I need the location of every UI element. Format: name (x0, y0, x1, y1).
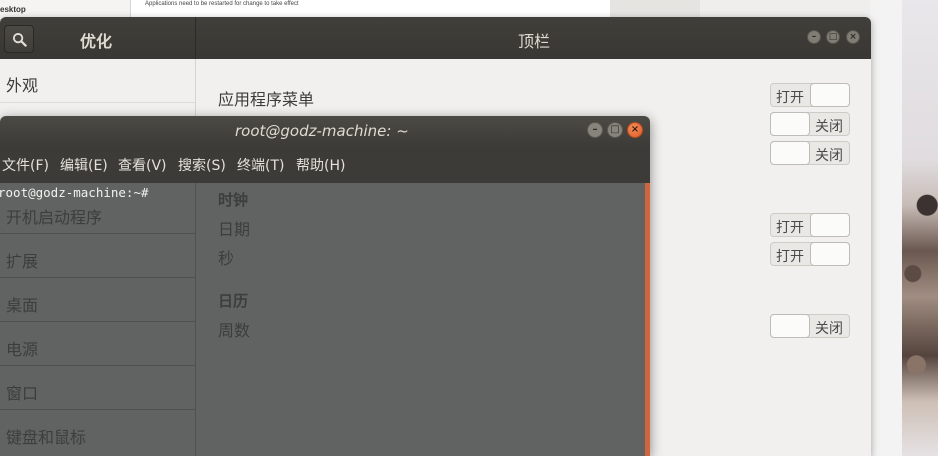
sidebar-item-desktop: 桌面 (6, 296, 39, 315)
sidebar-item-extensions: 扩展 (6, 252, 39, 271)
maximize-button[interactable]: □ (826, 30, 840, 44)
close-icon: × (849, 31, 857, 42)
terminal-prompt: root@godz-machine:~# (0, 185, 149, 200)
menu-file[interactable]: 文件(F) (2, 155, 49, 175)
clock-section-title: 时钟 (218, 191, 249, 209)
switch-knob (770, 112, 810, 136)
terminal-body[interactable]: 开机启动程序 扩展 桌面 电源 窗口 键盘和鼠标 时钟 日期 秒 日历 周数 r… (0, 183, 645, 456)
week-number-label: 周数 (218, 321, 251, 340)
switch-off-text: 关闭 (815, 148, 843, 164)
search-button[interactable] (4, 25, 34, 53)
sidebar-item-power: 电源 (6, 340, 39, 359)
switch-on-text: 打开 (776, 249, 804, 265)
sidebar-item-windows: 窗口 (6, 384, 39, 403)
menu-search[interactable]: 搜索(S) (178, 155, 226, 175)
minimize-icon: – (811, 31, 817, 42)
tweaks-headerbar: 优化 顶栏 – □ × (0, 17, 871, 59)
terminal-close-button[interactable]: × (627, 122, 643, 138)
switch-knob (770, 141, 810, 165)
tweaks-app-title: 优化 (80, 32, 113, 51)
switch-knob (810, 83, 850, 107)
sidebar-separator (0, 233, 195, 234)
close-icon: × (630, 124, 640, 135)
terminal-minimize-button[interactable]: – (587, 122, 603, 138)
menu-edit[interactable]: 编辑(E) (60, 155, 108, 175)
maximize-icon: □ (828, 31, 838, 42)
terminal-scrollbar[interactable] (645, 183, 650, 456)
switch-knob (810, 213, 850, 237)
toggle-switch-2[interactable]: 关闭 (770, 141, 850, 165)
sidebar-separator (0, 365, 195, 366)
terminal-menubar: 文件(F) 编辑(E) 查看(V) 搜索(S) 终端(T) 帮助(H) (0, 147, 650, 183)
menu-terminal[interactable]: 终端(T) (237, 155, 284, 175)
date-switch[interactable]: 打开 (770, 213, 850, 237)
minimize-icon: – (592, 124, 598, 135)
sidebar-separator (0, 321, 195, 322)
terminal-window: root@godz-machine: ~ – □ × 文件(F) 编辑(E) 查… (0, 116, 650, 456)
sidebar-separator (0, 102, 195, 103)
sidebar-item-startup-apps: 开机启动程序 (6, 208, 103, 227)
terminal-title: root@godz-machine: ~ (235, 122, 409, 140)
desktop-wallpaper (902, 0, 938, 456)
search-icon (12, 32, 27, 47)
calendar-section-title: 日历 (218, 292, 249, 310)
seconds-label: 秒 (218, 249, 235, 268)
switch-on-text: 打开 (776, 90, 804, 106)
background-window-label: esktop (0, 5, 26, 14)
header-divider (195, 17, 196, 59)
maximize-icon: □ (610, 124, 620, 135)
background-info-text: Applications need to be restarted for ch… (145, 1, 299, 7)
minimize-button[interactable]: – (807, 30, 821, 44)
app-menu-switch[interactable]: 打开 (770, 83, 850, 107)
terminal-titlebar: root@godz-machine: ~ – □ × (0, 116, 650, 147)
sidebar-separator (0, 277, 195, 278)
app-menu-label: 应用程序菜单 (218, 90, 315, 109)
menu-view[interactable]: 查看(V) (118, 155, 167, 175)
switch-on-text: 打开 (776, 220, 804, 236)
switch-knob (810, 242, 850, 266)
seconds-switch[interactable]: 打开 (770, 242, 850, 266)
switch-off-text: 关闭 (815, 321, 843, 337)
toggle-switch-1[interactable]: 关闭 (770, 112, 850, 136)
close-button[interactable]: × (846, 30, 860, 44)
terminal-maximize-button[interactable]: □ (607, 122, 623, 138)
menu-help[interactable]: 帮助(H) (296, 155, 345, 175)
ghost-sidebar-divider (195, 183, 196, 456)
date-label: 日期 (218, 220, 251, 239)
week-number-switch[interactable]: 关闭 (770, 314, 850, 338)
sidebar-separator (0, 409, 195, 410)
switch-off-text: 关闭 (815, 119, 843, 135)
switch-knob (770, 314, 810, 338)
sidebar-item-appearance[interactable]: 外观 (6, 72, 38, 96)
tweaks-page-title: 顶栏 (518, 32, 551, 51)
sidebar-item-keyboard-mouse: 键盘和鼠标 (6, 428, 87, 447)
